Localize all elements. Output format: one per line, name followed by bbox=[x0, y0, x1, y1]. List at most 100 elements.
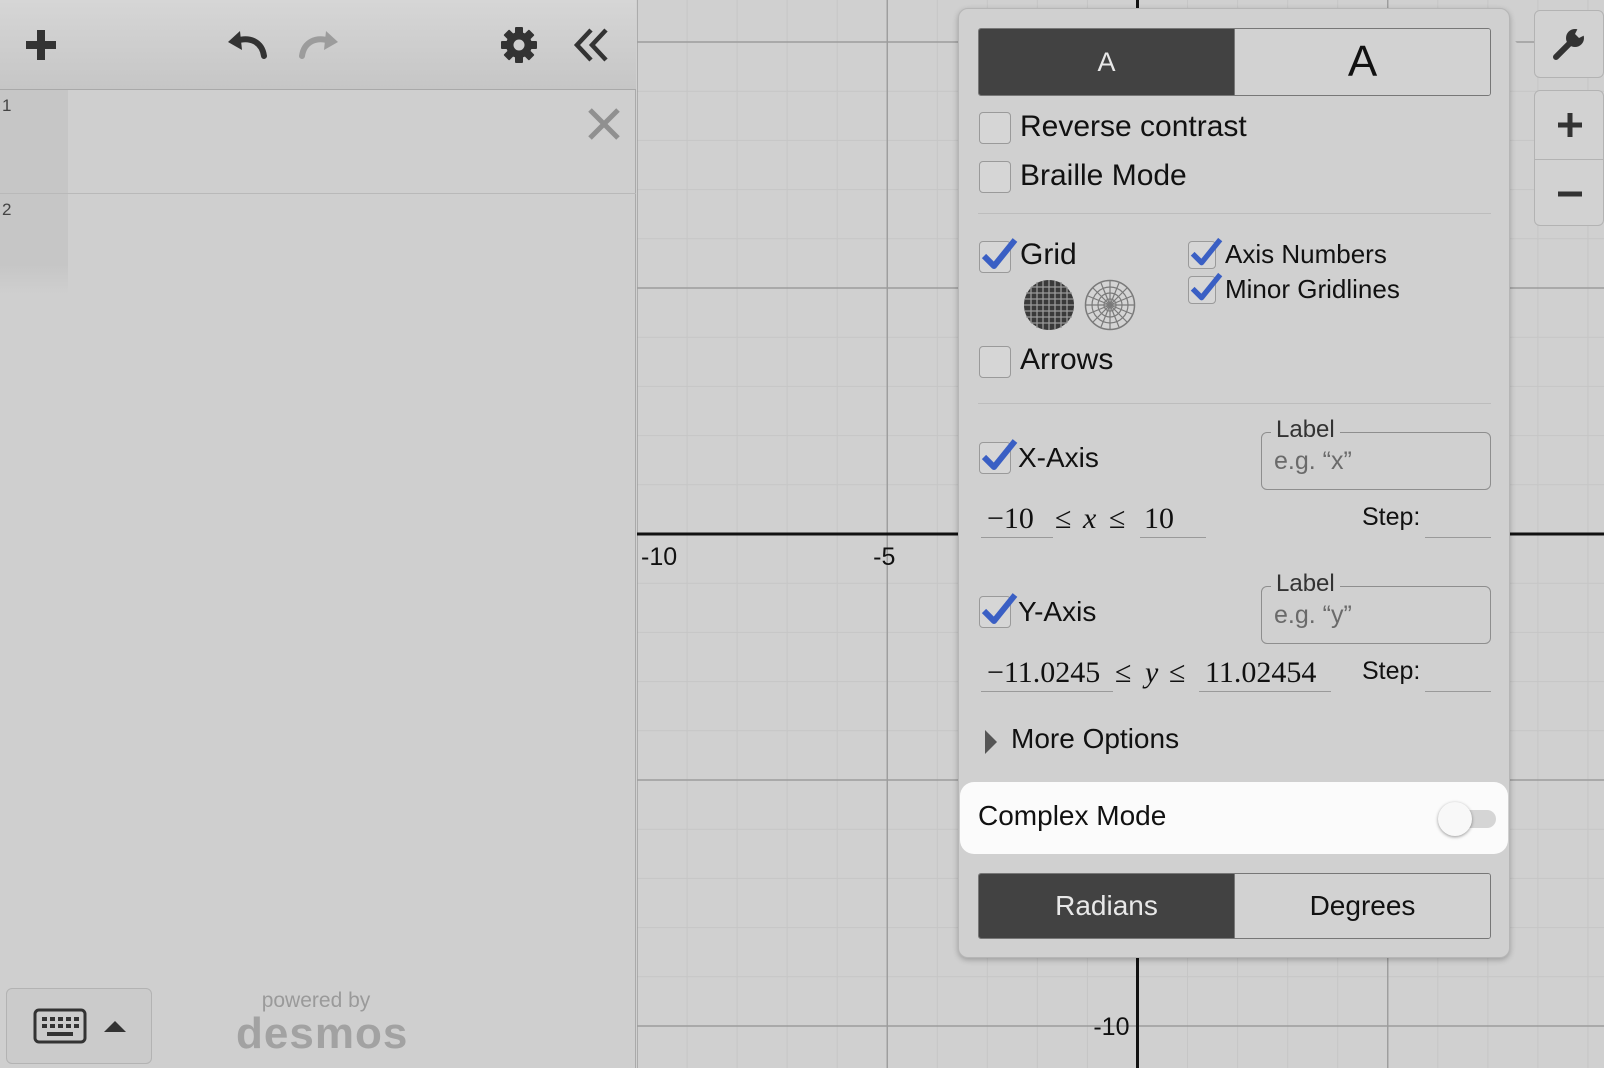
plus-icon bbox=[1558, 113, 1582, 137]
zoom-out-button[interactable] bbox=[1535, 159, 1604, 227]
caret-up-icon bbox=[104, 1021, 126, 1032]
zoom-controls bbox=[1534, 90, 1604, 226]
grid-checkbox[interactable] bbox=[979, 238, 1018, 273]
y-axis-field-legend: Label bbox=[1271, 570, 1340, 598]
degrees-label: Degrees bbox=[1309, 890, 1416, 921]
x-axis-label-field: Label bbox=[1261, 416, 1491, 490]
expression-row[interactable]: 1 bbox=[0, 90, 636, 194]
reverse-contrast-label: Reverse contrast bbox=[1020, 110, 1247, 143]
arrows-label: Arrows bbox=[1020, 343, 1114, 376]
wrench-icon bbox=[1553, 28, 1585, 60]
graph-settings-panel: A A Reverse contrast Braille Mode Grid A… bbox=[958, 8, 1510, 958]
close-icon bbox=[588, 108, 620, 140]
y-step-label: Step: bbox=[1362, 657, 1421, 685]
x-tick-label: -5 bbox=[873, 543, 895, 571]
minor-gridlines-label: Minor Gridlines bbox=[1225, 274, 1400, 304]
y-axis-checkbox[interactable] bbox=[979, 593, 1018, 628]
keyboard-icon bbox=[33, 1008, 87, 1044]
graph-settings-button[interactable] bbox=[492, 18, 546, 72]
collapse-panel-button[interactable] bbox=[564, 18, 618, 72]
checkmark-icon bbox=[1190, 272, 1223, 301]
powered-by-desmos[interactable]: powered by desmos bbox=[236, 990, 409, 1058]
x-min-underline bbox=[981, 537, 1053, 538]
y-variable: y bbox=[1145, 656, 1158, 690]
checkmark-icon bbox=[981, 238, 1018, 269]
braille-mode-checkbox[interactable] bbox=[979, 161, 1011, 193]
expression-row[interactable]: 2 bbox=[0, 194, 636, 294]
x-axis-field-legend: Label bbox=[1271, 416, 1340, 444]
axis-numbers-checkbox[interactable] bbox=[1188, 237, 1223, 269]
complex-mode-toggle[interactable] bbox=[1438, 802, 1498, 836]
redo-button[interactable] bbox=[292, 18, 346, 72]
reverse-contrast-checkbox[interactable] bbox=[979, 112, 1011, 144]
minor-gridlines-checkbox[interactable] bbox=[1188, 272, 1223, 304]
caret-right-icon bbox=[985, 730, 997, 754]
y-leq-2: ≤ bbox=[1169, 656, 1186, 689]
keypad-toggle-button[interactable] bbox=[6, 988, 152, 1064]
toggle-knob bbox=[1438, 802, 1472, 836]
x-min-value[interactable]: −10 bbox=[987, 502, 1034, 536]
y-step-input[interactable] bbox=[1425, 691, 1491, 692]
expression-number: 2 bbox=[2, 200, 12, 219]
complex-mode-row: Complex Mode bbox=[960, 782, 1508, 854]
y-min-underline bbox=[981, 691, 1113, 692]
double-chevron-left-icon bbox=[573, 28, 608, 62]
x-step-input[interactable] bbox=[1425, 537, 1491, 538]
more-options-toggle[interactable]: More Options bbox=[983, 721, 1243, 761]
font-size-toggle: A A bbox=[978, 28, 1491, 96]
graph-settings-wrench-button[interactable] bbox=[1534, 10, 1604, 78]
y-axis-label: Y-Axis bbox=[1018, 596, 1097, 627]
y-tick-label: -10 bbox=[1093, 1013, 1129, 1041]
y-axis-label-field: Label bbox=[1261, 570, 1491, 644]
braille-mode-label: Braille Mode bbox=[1020, 159, 1187, 192]
separator bbox=[978, 403, 1491, 404]
more-options-label: More Options bbox=[1011, 723, 1180, 754]
delete-expression-button[interactable] bbox=[584, 104, 624, 144]
x-variable-symbol: x bbox=[1083, 502, 1097, 535]
separator bbox=[978, 213, 1491, 214]
y-min-value[interactable]: −11.0245 bbox=[987, 656, 1100, 690]
x-axis-checkbox[interactable] bbox=[979, 439, 1018, 474]
cartesian-grid-icon[interactable] bbox=[1023, 279, 1075, 331]
settings-pointer bbox=[1508, 34, 1522, 62]
expression-panel: 1 2 powered by desmos bbox=[0, 0, 636, 1068]
y-leq-1: ≤ bbox=[1115, 656, 1132, 689]
zoom-in-button[interactable] bbox=[1535, 91, 1604, 159]
x-max-underline bbox=[1140, 537, 1206, 538]
complex-mode-label: Complex Mode bbox=[978, 800, 1167, 831]
expression-toolbar bbox=[0, 0, 636, 90]
x-step-label: Step: bbox=[1362, 503, 1421, 531]
x-leq-2: ≤ bbox=[1109, 502, 1126, 535]
gear-icon bbox=[501, 27, 537, 63]
expression-number: 1 bbox=[2, 96, 12, 115]
polar-grid-icon[interactable] bbox=[1084, 279, 1136, 331]
degrees-option[interactable]: Degrees bbox=[1234, 874, 1490, 938]
checkmark-icon bbox=[981, 439, 1018, 470]
radians-option[interactable]: Radians bbox=[979, 874, 1234, 938]
y-axis-label-input[interactable] bbox=[1274, 599, 1474, 631]
axis-numbers-label: Axis Numbers bbox=[1225, 239, 1387, 269]
font-size-small-option[interactable]: A bbox=[979, 29, 1234, 95]
y-max-underline bbox=[1199, 691, 1331, 692]
arrows-checkbox[interactable] bbox=[979, 346, 1011, 378]
x-leq-1: ≤ bbox=[1055, 502, 1072, 535]
y-max-value[interactable]: 11.02454 bbox=[1205, 656, 1316, 690]
checkmark-icon bbox=[1190, 237, 1223, 266]
y-variable-symbol: y bbox=[1145, 656, 1159, 689]
font-size-large-option[interactable]: A bbox=[1234, 29, 1490, 95]
x-max-value[interactable]: 10 bbox=[1144, 502, 1174, 536]
grid-label: Grid bbox=[1020, 238, 1077, 271]
expression-gutter: 2 bbox=[0, 194, 68, 294]
x-tick-label: -10 bbox=[641, 543, 677, 571]
font-size-large-label: A bbox=[1347, 37, 1378, 86]
x-variable: x bbox=[1083, 502, 1096, 536]
angle-mode-toggle: Radians Degrees bbox=[978, 873, 1491, 939]
undo-button[interactable] bbox=[220, 18, 274, 72]
redo-arrow-icon bbox=[299, 31, 338, 59]
font-size-small-label: A bbox=[1097, 46, 1116, 77]
desmos-logo: desmos bbox=[236, 1009, 409, 1058]
add-item-button[interactable] bbox=[14, 18, 68, 72]
x-axis-label-input[interactable] bbox=[1274, 445, 1474, 477]
x-axis-label: X-Axis bbox=[1018, 442, 1099, 473]
checkmark-icon bbox=[981, 593, 1018, 624]
